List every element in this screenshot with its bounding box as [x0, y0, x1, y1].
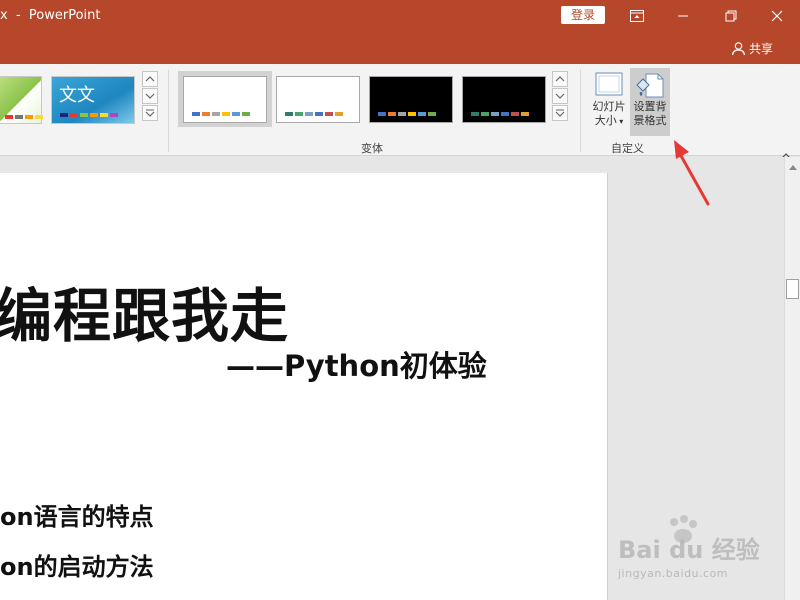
chevron-down-icon — [555, 93, 565, 99]
window-title: x - PowerPoint — [0, 8, 101, 23]
variants-scroll-up-button[interactable] — [552, 71, 568, 87]
variant-thumbnail-2[interactable] — [276, 76, 360, 123]
theme-swatches — [60, 113, 118, 117]
variants-gallery-scroll — [552, 71, 568, 122]
gallery-more-icon — [145, 109, 155, 117]
variant-swatches — [471, 112, 529, 116]
login-button[interactable]: 登录 — [561, 6, 605, 24]
theme-swatches — [0, 115, 43, 119]
scroll-up-button[interactable] — [785, 159, 800, 175]
slide-canvas[interactable]: 编程跟我走 ——Python初体验 on语言的特点 on的启动方法 — [0, 173, 608, 600]
variant-swatches — [378, 112, 436, 116]
vertical-scrollbar[interactable] — [784, 157, 800, 600]
ribbon-display-icon — [630, 10, 644, 22]
share-label: 共享 — [749, 42, 774, 56]
minimize-icon — [678, 15, 688, 17]
share-bar: 共享 — [0, 34, 800, 64]
format-background-button[interactable]: 设置背 景格式 — [630, 68, 670, 136]
scrollbar-thumb[interactable] — [786, 279, 799, 299]
ribbon-group-separator — [580, 70, 581, 152]
variants-group-label: 变体 — [361, 142, 383, 155]
chevron-down-icon — [145, 93, 155, 99]
slide-size-label-line2: 大小 ▾ — [594, 114, 624, 127]
variants-scroll-down-button[interactable] — [552, 88, 568, 104]
variant-swatches — [192, 112, 250, 116]
themes-gallery-scroll — [142, 71, 158, 122]
user-icon — [731, 42, 746, 56]
slide-size-label-line1: 幻灯片 — [592, 100, 626, 113]
variant-thumbnail-4[interactable] — [462, 76, 546, 123]
watermark-url: jingyan.baidu.com — [618, 567, 729, 580]
ribbon-group-separator — [168, 70, 169, 152]
variant-swatches — [285, 112, 343, 116]
ribbon-display-options-button[interactable] — [614, 0, 660, 32]
restore-button[interactable] — [708, 0, 754, 32]
watermark-brand: Bai du 经验 — [618, 536, 760, 564]
themes-more-button[interactable] — [142, 105, 158, 121]
restore-icon — [725, 10, 737, 22]
theme-sample-text: 文文 — [59, 85, 95, 106]
variant-thumbnail-1[interactable] — [183, 76, 267, 123]
format-background-icon — [636, 73, 664, 98]
customize-group-label: 自定义 — [611, 142, 644, 155]
baidu-jingyan-watermark: Bai du 经验 jingyan.baidu.com — [612, 514, 762, 584]
slide-subtitle[interactable]: ——Python初体验 — [226, 343, 487, 385]
chevron-up-icon — [789, 164, 797, 170]
format-background-label-line1: 设置背 — [633, 100, 667, 113]
slide-bullet-1[interactable]: on语言的特点 — [0, 497, 154, 532]
gallery-more-icon — [555, 109, 565, 117]
chevron-up-icon — [555, 76, 565, 82]
dropdown-arrow-icon: ▾ — [616, 117, 624, 126]
title-bar: x - PowerPoint 登录 — [0, 0, 800, 34]
minimize-button[interactable] — [660, 0, 706, 32]
theme-thumbnail-green[interactable] — [0, 76, 43, 124]
close-button[interactable] — [754, 0, 800, 32]
variants-more-button[interactable] — [552, 105, 568, 121]
annotation-arrow-icon — [674, 140, 710, 206]
format-background-label-line2: 景格式 — [633, 114, 667, 127]
slide-bullet-2[interactable]: on的启动方法 — [0, 547, 154, 582]
slide-title[interactable]: 编程跟我走 — [0, 269, 289, 353]
themes-scroll-down-button[interactable] — [142, 88, 158, 104]
slide-size-icon — [595, 72, 623, 96]
share-button[interactable]: 共享 — [731, 40, 773, 57]
variant-thumbnail-3[interactable] — [369, 76, 453, 123]
chevron-up-icon — [145, 76, 155, 82]
theme-thumbnail-blue[interactable]: 文文 — [51, 76, 135, 124]
close-icon — [771, 10, 783, 22]
slide-size-button[interactable]: 幻灯片 大小 ▾ — [589, 68, 629, 136]
themes-scroll-up-button[interactable] — [142, 71, 158, 87]
